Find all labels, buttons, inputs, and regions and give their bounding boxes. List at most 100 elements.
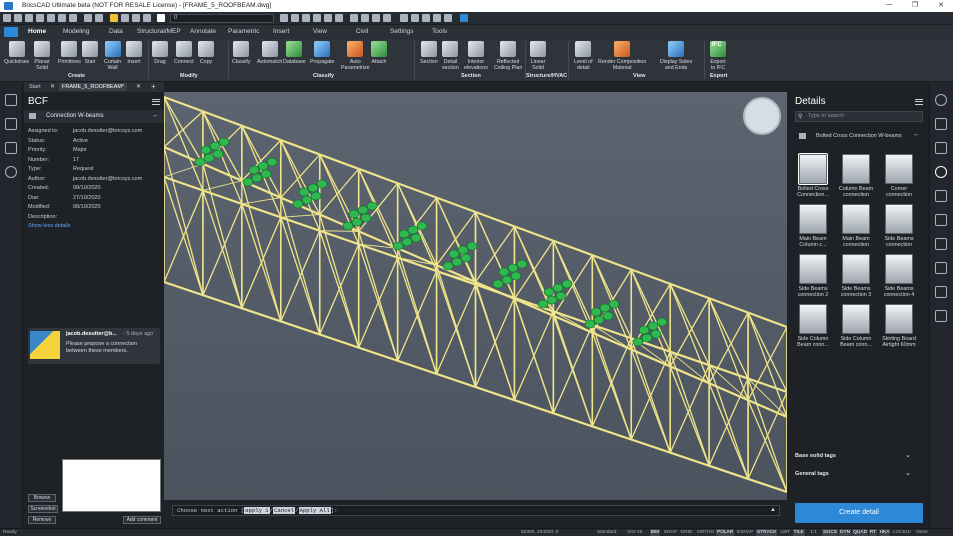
zoom-extents-icon[interactable] — [313, 14, 321, 22]
ribbon-button-connect[interactable]: Connect — [174, 41, 194, 65]
ribbon-button-primitives[interactable]: Primitives — [58, 41, 81, 65]
truss-member[interactable] — [358, 257, 399, 348]
shade-icon[interactable] — [372, 14, 380, 22]
connection-node[interactable] — [416, 221, 428, 231]
render-icon[interactable] — [361, 14, 369, 22]
detail-tile[interactable]: Main Beam connection — [836, 204, 876, 248]
home-icon[interactable] — [29, 113, 36, 119]
match-properties-icon[interactable] — [433, 14, 441, 22]
save-as-icon[interactable] — [47, 14, 55, 22]
status-toggle-lwt[interactable]: LWT — [779, 529, 791, 536]
connection-node[interactable] — [307, 183, 319, 193]
status-toggle-tile[interactable]: TILE — [792, 529, 805, 536]
ribbon-button-planar-solid[interactable]: Planar Solid — [34, 41, 50, 71]
layers-icon[interactable] — [935, 190, 947, 202]
wireframe-icon[interactable] — [383, 14, 391, 22]
tab-annotate[interactable]: Annotate — [190, 28, 216, 35]
connection-node[interactable] — [584, 319, 596, 329]
status-toggle-iso-25[interactable]: ISO-25 — [626, 529, 643, 536]
connection-node[interactable] — [457, 245, 469, 255]
truss-member[interactable] — [747, 391, 787, 480]
section-base-solid-tags[interactable]: Base solid tags — [795, 453, 836, 459]
zoom-previous-icon[interactable] — [324, 14, 332, 22]
ribbon-button-level-of-detail[interactable]: Level of detail — [574, 41, 593, 71]
browse-button[interactable]: Browse — [28, 494, 56, 502]
structure-icon[interactable] — [5, 142, 17, 154]
connection-node[interactable] — [357, 205, 369, 215]
connection-node[interactable] — [248, 165, 260, 175]
zoom-window-icon[interactable] — [302, 14, 310, 22]
connection-node[interactable] — [647, 321, 659, 331]
detail-tile[interactable]: Column Beam connection — [836, 154, 876, 198]
model-viewport[interactable] — [164, 92, 787, 500]
ribbon-button-database[interactable]: Database — [283, 41, 306, 65]
view-cube[interactable] — [743, 97, 781, 135]
stack-icon[interactable] — [935, 238, 947, 250]
attachment-icon[interactable] — [935, 286, 947, 298]
connection-node[interactable] — [602, 311, 614, 321]
truss-member[interactable] — [202, 203, 243, 296]
layer-dropdown[interactable]: 0 — [170, 14, 274, 23]
truss-member[interactable] — [319, 230, 359, 232]
doc-tab-frame[interactable]: FRAME_5_ROOFBEAM* — [59, 83, 128, 91]
home-icon[interactable] — [5, 94, 17, 106]
ribbon-button-propagate[interactable]: Propagate — [310, 41, 334, 65]
menu-icon[interactable] — [915, 99, 923, 105]
app-menu-icon[interactable] — [3, 14, 11, 22]
truss-member[interactable] — [164, 96, 204, 165]
connection-node[interactable] — [510, 271, 522, 281]
connection-node[interactable] — [398, 229, 410, 239]
layer-lock-icon[interactable] — [132, 14, 140, 22]
tab-structural-mep[interactable]: Structural/MEP — [137, 28, 181, 35]
ribbon-button-display-sides-and-ends[interactable]: Display Sides and Ends — [660, 41, 692, 71]
connection-node[interactable] — [407, 225, 419, 235]
tab-parametric[interactable]: Parametric — [228, 28, 259, 35]
ribbon-button-linear-solid[interactable]: Linear Solid — [530, 41, 546, 71]
truss-member[interactable] — [435, 284, 477, 375]
connection-node[interactable] — [561, 279, 573, 289]
connection-node[interactable] — [410, 233, 422, 243]
layers-icon[interactable] — [411, 14, 419, 22]
remove-button[interactable]: Remove — [28, 516, 56, 524]
menu-icon[interactable] — [152, 99, 160, 105]
connection-node[interactable] — [599, 303, 611, 313]
ribbon-button-detail-section[interactable]: Detail section — [442, 41, 459, 71]
status-toggle-none[interactable]: None — [915, 529, 928, 536]
connection-node[interactable] — [392, 241, 404, 251]
detail-tile[interactable]: Side Column Beam conn... — [836, 304, 876, 348]
show-less-link[interactable]: Show less details — [28, 223, 71, 229]
connection-node[interactable] — [401, 237, 413, 247]
print-preview-icon[interactable] — [58, 14, 66, 22]
pan-icon[interactable] — [280, 14, 288, 22]
create-detail-button[interactable]: Create detail — [795, 503, 923, 523]
ribbon-button-render-composition-material[interactable]: Render Composition Material — [598, 41, 646, 71]
truss-member[interactable] — [164, 110, 204, 148]
library-icon[interactable] — [444, 14, 452, 22]
detail-tile[interactable]: Side Beams connection 2 — [793, 254, 833, 298]
tab-civil[interactable]: Civil — [356, 28, 368, 35]
truss-member[interactable] — [164, 146, 204, 296]
settings-icon[interactable] — [422, 14, 430, 22]
new-file-icon[interactable] — [14, 14, 22, 22]
status-toggle-bim[interactable]: BIM — [649, 529, 661, 536]
connection-node[interactable] — [555, 291, 567, 301]
bulb-icon[interactable] — [110, 14, 118, 22]
tab-home[interactable]: Home — [28, 28, 46, 35]
open-file-icon[interactable] — [25, 14, 33, 22]
maximize-button[interactable]: ❐ — [905, 1, 925, 9]
truss-member[interactable] — [397, 248, 438, 375]
status-toggle-quad[interactable]: QUAD — [852, 529, 869, 536]
status-toggle-polar[interactable]: POLAR — [716, 529, 735, 536]
comment-screenshot-thumbnail[interactable] — [30, 331, 60, 359]
detail-tile[interactable]: Side Beams connection 4 — [879, 254, 919, 298]
truss-member[interactable] — [513, 298, 554, 414]
undo-icon[interactable] — [84, 14, 92, 22]
apply-option[interactable]: apply 1 — [244, 507, 270, 514]
truss-member[interactable] — [552, 315, 593, 427]
connection-node[interactable] — [251, 173, 263, 183]
truss-member[interactable] — [280, 230, 321, 322]
screenshot-button[interactable]: Screenshot — [28, 505, 58, 513]
favorites-icon[interactable] — [5, 166, 17, 178]
status-toggle-lockui[interactable]: LOCKUI — [892, 529, 912, 536]
zoom-icon[interactable] — [291, 14, 299, 22]
